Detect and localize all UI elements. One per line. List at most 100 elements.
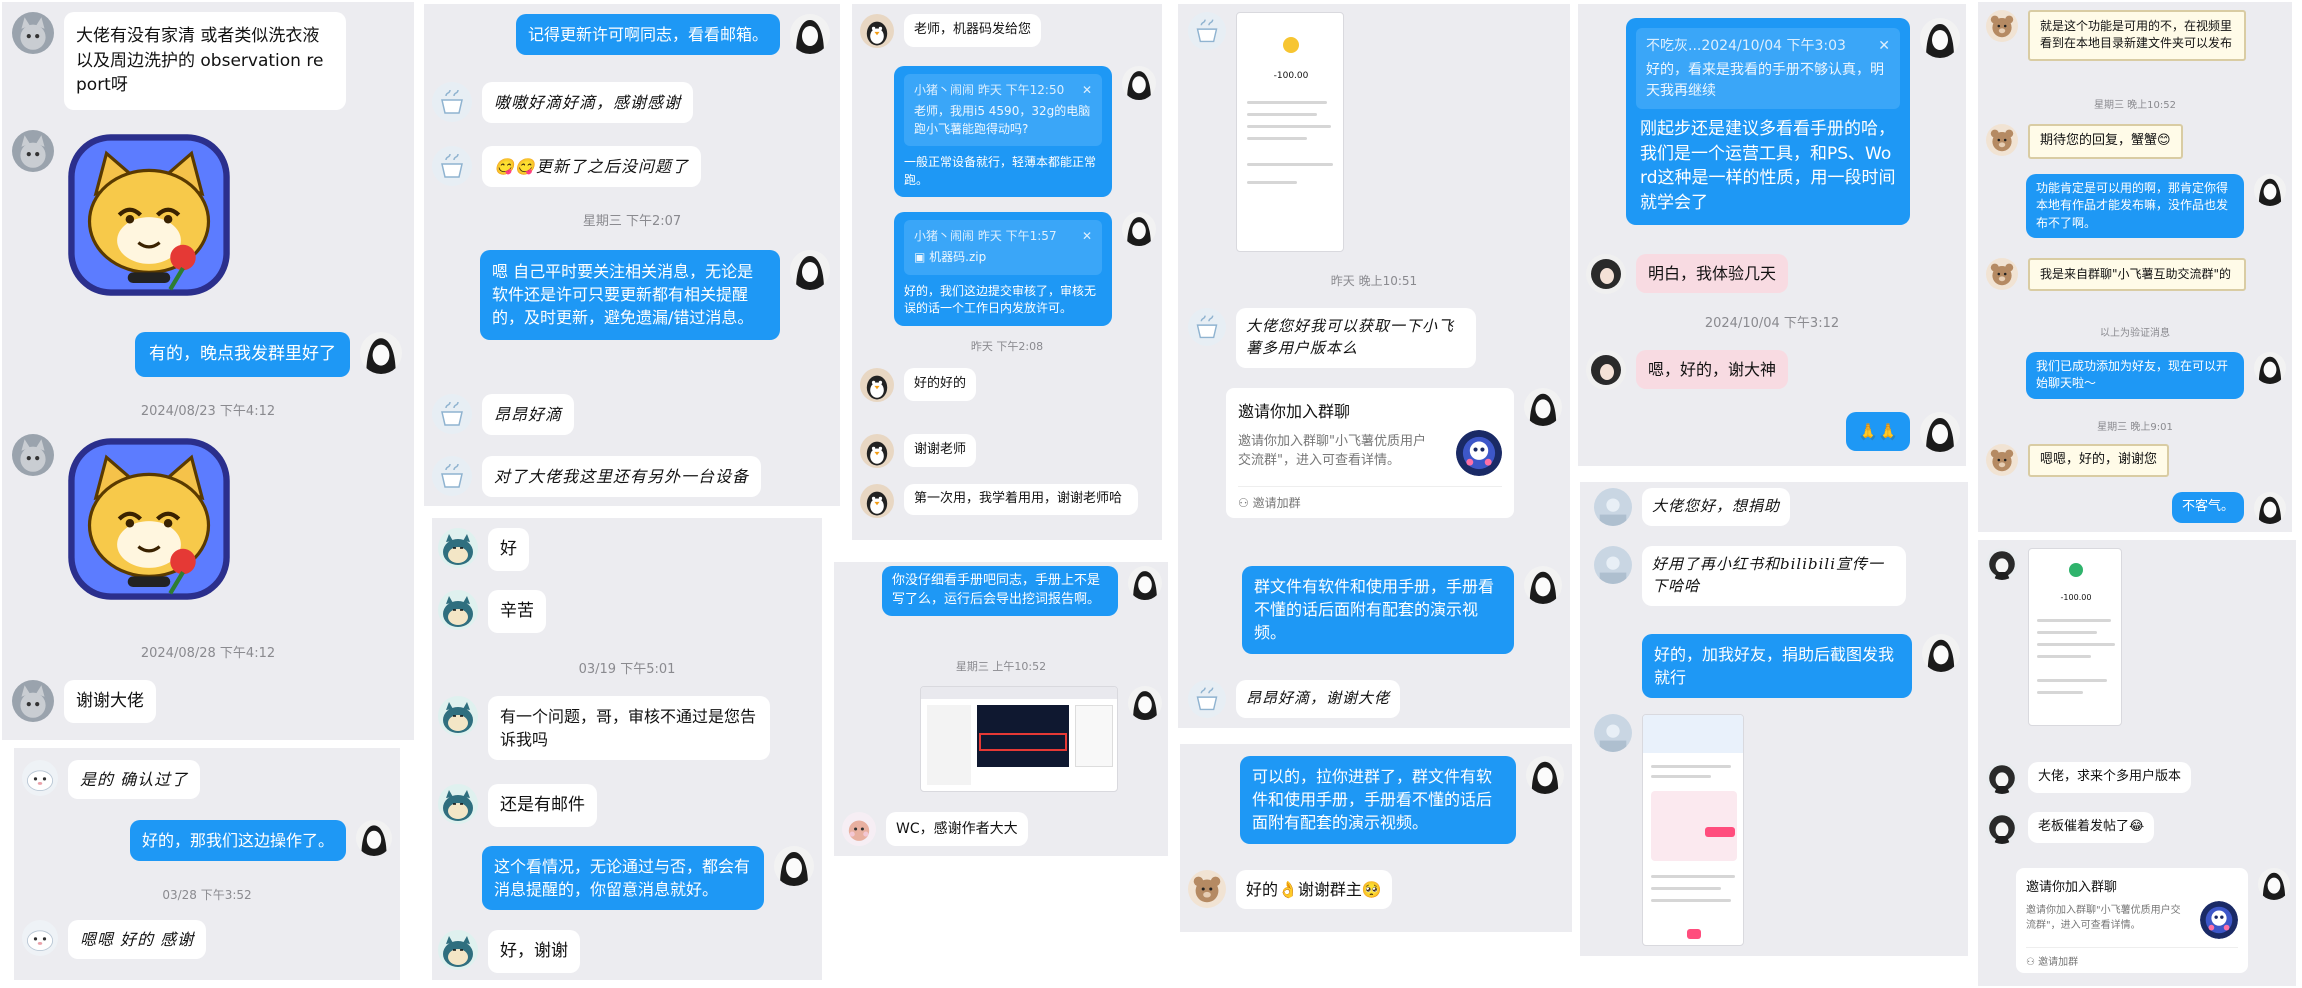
message-bubble[interactable]: 就是这个功能是可用的不，在视频里看到在本地目录新建文件夹可以发布 [2028,10,2246,61]
cat-sticker-icon[interactable] [64,130,234,300]
message-bubble[interactable]: 老师，机器码发给您 [904,14,1042,47]
light-avatar-icon[interactable] [1594,714,1632,752]
teacup-avatar-icon[interactable] [432,456,472,496]
light-avatar-icon[interactable] [1594,546,1632,584]
snorlax-avatar-icon[interactable] [438,784,478,824]
message-bubble[interactable]: 有一个问题，哥，审核不通过是您告诉我吗 [488,696,770,761]
message-bubble[interactable]: WC，感谢作者大大 [886,812,1028,847]
snorlax-avatar-icon[interactable] [438,930,478,970]
dark-avatar-icon[interactable] [1586,350,1626,390]
girl-avatar-icon[interactable] [1986,548,2018,580]
girl-avatar-icon[interactable] [1122,66,1156,100]
group-invite-card[interactable]: 邀请你加入群聊 邀请你加入群聊"小飞薯优质用户交流群"，进入可查看详情。 ⚇ 邀… [1226,388,1514,518]
girl-avatar-icon[interactable] [1922,634,1960,672]
message-bubble[interactable]: 明白，我体验几天 [1636,254,1789,294]
teacup-avatar-icon[interactable] [1188,12,1226,50]
message-bubble[interactable]: 大佬您好，想捐助 [1642,488,1791,526]
teacup-avatar-icon[interactable] [432,146,472,186]
message-bubble[interactable]: 这个看情况，无论通过与否，都会有消息提醒的，你留意消息就好。 [482,846,764,911]
bear-avatar-icon[interactable] [1986,258,2018,290]
girl-avatar-icon[interactable] [1524,566,1562,604]
girl-avatar-icon[interactable] [360,332,402,374]
message-bubble[interactable]: 有的，晚点我发群里好了 [135,332,350,377]
message-bubble[interactable]: 好的，那我们这边操作了。 [129,820,346,862]
penguin-avatar-icon[interactable] [860,14,894,48]
message-bubble[interactable]: 可以的，拉你进群了，群文件有软件和使用手册，手册看不懂的话后面附有配套的演示视频… [1240,756,1516,844]
message-bubble[interactable]: 群文件有软件和使用手册，手册看不懂的话后面附有配套的演示视频。 [1242,566,1514,654]
girl-avatar-icon[interactable] [1986,762,2018,794]
snorlax-avatar-icon[interactable] [438,696,478,736]
cat-sticker-icon[interactable] [64,434,234,604]
message-bubble[interactable]: 嗯 自己平时要关注相关消息，无论是软件还是许可只要更新都有相关提醒的，及时更新，… [480,250,780,340]
message-bubble[interactable]: 大佬您好我可以获取一下小飞薯多用户版本么 [1236,308,1476,368]
message-bubble[interactable]: 嗯嗯，好的，谢谢您 [2028,444,2170,477]
group-invite-card[interactable]: 邀请你加入群聊 邀请你加入群聊"小飞薯优质用户交流群"，进入可查看详情。 ⚇ 邀… [2016,868,2248,973]
message-bubble[interactable]: 对了大佬我这里还有另外一台设备 [482,456,762,498]
message-bubble[interactable]: 嗷嗷好滴好滴，感谢感谢 [482,82,694,124]
message-bubble[interactable]: 第一次用，我学着用用，谢谢老师哈 [904,484,1138,515]
message-bubble[interactable]: 小猪丶闹闹 昨天 下午12:50 ✕ 老师，我用i5 4590，32g的电脑跑小飞… [894,66,1112,197]
bear-avatar-icon[interactable] [1986,124,2018,156]
girl-avatar-icon[interactable] [1920,412,1960,452]
cat-avatar-icon[interactable] [12,12,54,54]
message-bubble[interactable]: 是的 确认过了 [68,760,201,800]
message-bubble[interactable]: 好的，加我好友，捐助后截图发我就行 [1642,634,1912,699]
message-bubble[interactable]: 辛苦 [488,590,546,633]
message-bubble[interactable]: 好，谢谢 [488,930,580,973]
girl-avatar-icon[interactable] [2254,492,2286,524]
girl-avatar-icon[interactable] [790,250,830,290]
girl-avatar-icon[interactable] [1920,18,1960,58]
girl-avatar-icon[interactable] [1524,388,1562,426]
bear-avatar-icon[interactable] [1188,870,1226,908]
message-bubble[interactable]: 我们已成功添加为好友，现在可以开始聊天啦～ [2026,352,2244,399]
message-bubble[interactable]: 好用了再小红书和bilibili宣传一下哈哈 [1642,546,1906,606]
cat-avatar-icon[interactable] [12,130,54,172]
fox-avatar-icon[interactable] [842,812,876,846]
close-icon[interactable]: ✕ [1082,82,1092,99]
message-bubble[interactable]: 嗯嗯 好的 感谢 [68,920,207,960]
message-bubble[interactable]: 不吃灰...2024/10/04 下午3:03 ✕ 好的，看来是我看的手册不够认真… [1626,18,1910,226]
teacup-avatar-icon[interactable] [432,394,472,434]
message-bubble[interactable]: 大佬有没有家清 或者类似洗衣液以及周边洗护的 observation repor… [64,12,346,110]
snorlax-avatar-icon[interactable] [438,590,478,630]
message-bubble[interactable]: 谢谢老师 [904,434,977,467]
quoted-message[interactable]: 小猪丶闹闹 昨天 下午1:57 ✕ ▣ 机器码.zip [904,220,1102,275]
cat-avatar-icon[interactable] [12,680,54,722]
girl-avatar-icon[interactable] [1526,756,1564,794]
girl-avatar-icon[interactable] [2254,352,2286,384]
message-bubble[interactable]: 小猪丶闹闹 昨天 下午1:57 ✕ ▣ 机器码.zip 好的，我们这边提交审核了，… [894,212,1112,326]
message-bubble[interactable]: 昂昂好滴 [482,394,575,436]
message-bubble[interactable]: 老板催着发帖了😂 [2028,812,2155,843]
close-icon[interactable]: ✕ [1878,36,1890,56]
girl-avatar-icon[interactable] [2254,174,2286,206]
girl-avatar-icon[interactable] [1986,812,2018,844]
quoted-message[interactable]: 不吃灰...2024/10/04 下午3:03 ✕ 好的，看来是我看的手册不够认真… [1636,28,1900,109]
close-icon[interactable]: ✕ [1082,228,1092,245]
message-bubble[interactable]: 好的👌谢谢群主🥺 [1236,870,1392,910]
message-bubble[interactable]: 谢谢大佬 [64,680,156,723]
penguin-avatar-icon[interactable] [860,484,894,518]
girl-avatar-icon[interactable] [2258,868,2290,900]
message-bubble[interactable]: 还是有邮件 [488,784,597,827]
girl-avatar-icon[interactable] [774,846,814,886]
dark-avatar-icon[interactable] [1586,254,1626,294]
message-bubble[interactable]: 昂昂好滴，谢谢大佬 [1236,680,1401,718]
seal-avatar-icon[interactable] [22,920,58,956]
girl-avatar-icon[interactable] [356,820,392,856]
bear-avatar-icon[interactable] [1986,10,2018,42]
message-bubble[interactable]: 不客气。 [2171,492,2244,523]
cat-avatar-icon[interactable] [12,434,54,476]
penguin-avatar-icon[interactable] [860,434,894,468]
penguin-avatar-icon[interactable] [860,368,894,402]
message-bubble[interactable]: 好 [488,528,529,571]
message-bubble[interactable]: 🙏🙏 [1846,412,1910,452]
bear-avatar-icon[interactable] [1986,444,2018,476]
girl-avatar-icon[interactable] [1128,686,1162,720]
girl-avatar-icon[interactable] [1122,212,1156,246]
payment-receipt-image[interactable]: -100.00 [2028,548,2122,726]
message-bubble[interactable]: 期待您的回复，蟹蟹😊 [2028,124,2183,159]
girl-avatar-icon[interactable] [790,14,830,54]
message-bubble[interactable]: 记得更新许可啊同志，看看邮箱。 [515,14,780,56]
snorlax-avatar-icon[interactable] [438,528,478,568]
message-bubble[interactable]: 好的好的 [904,368,977,401]
